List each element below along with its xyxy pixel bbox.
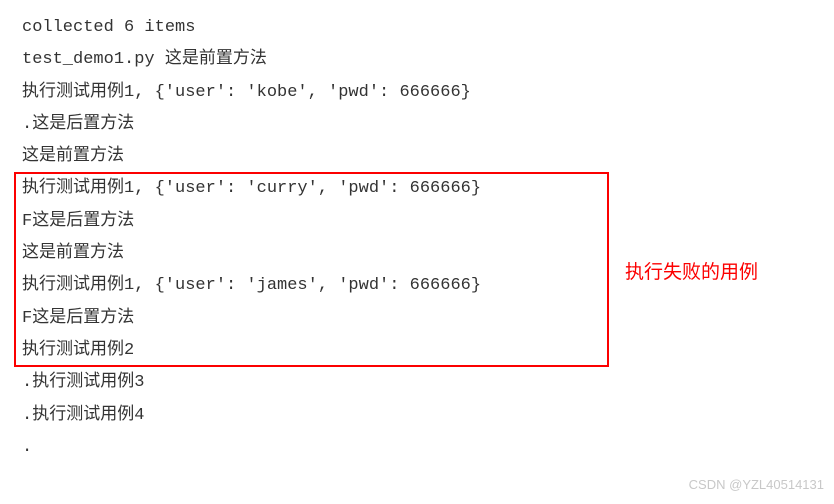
output-line: F这是后置方法 — [22, 303, 812, 335]
output-line: 执行测试用例1, {'user': 'curry', 'pwd': 666666… — [22, 173, 812, 205]
output-line: .执行测试用例4 — [22, 400, 812, 432]
annotation-label: 执行失败的用例 — [625, 255, 758, 291]
watermark: CSDN @YZL40514131 — [689, 473, 824, 498]
output-line: test_demo1.py 这是前置方法 — [22, 44, 812, 76]
output-line: .这是后置方法 — [22, 109, 812, 141]
output-line: F这是后置方法 — [22, 206, 812, 238]
output-line: collected 6 items — [22, 12, 812, 44]
output-line: .执行测试用例3 — [22, 367, 812, 399]
output-line: 执行测试用例2 — [22, 335, 812, 367]
output-line: 这是前置方法 — [22, 141, 812, 173]
output-line: . — [22, 432, 812, 464]
output-line: 执行测试用例1, {'user': 'kobe', 'pwd': 666666} — [22, 77, 812, 109]
